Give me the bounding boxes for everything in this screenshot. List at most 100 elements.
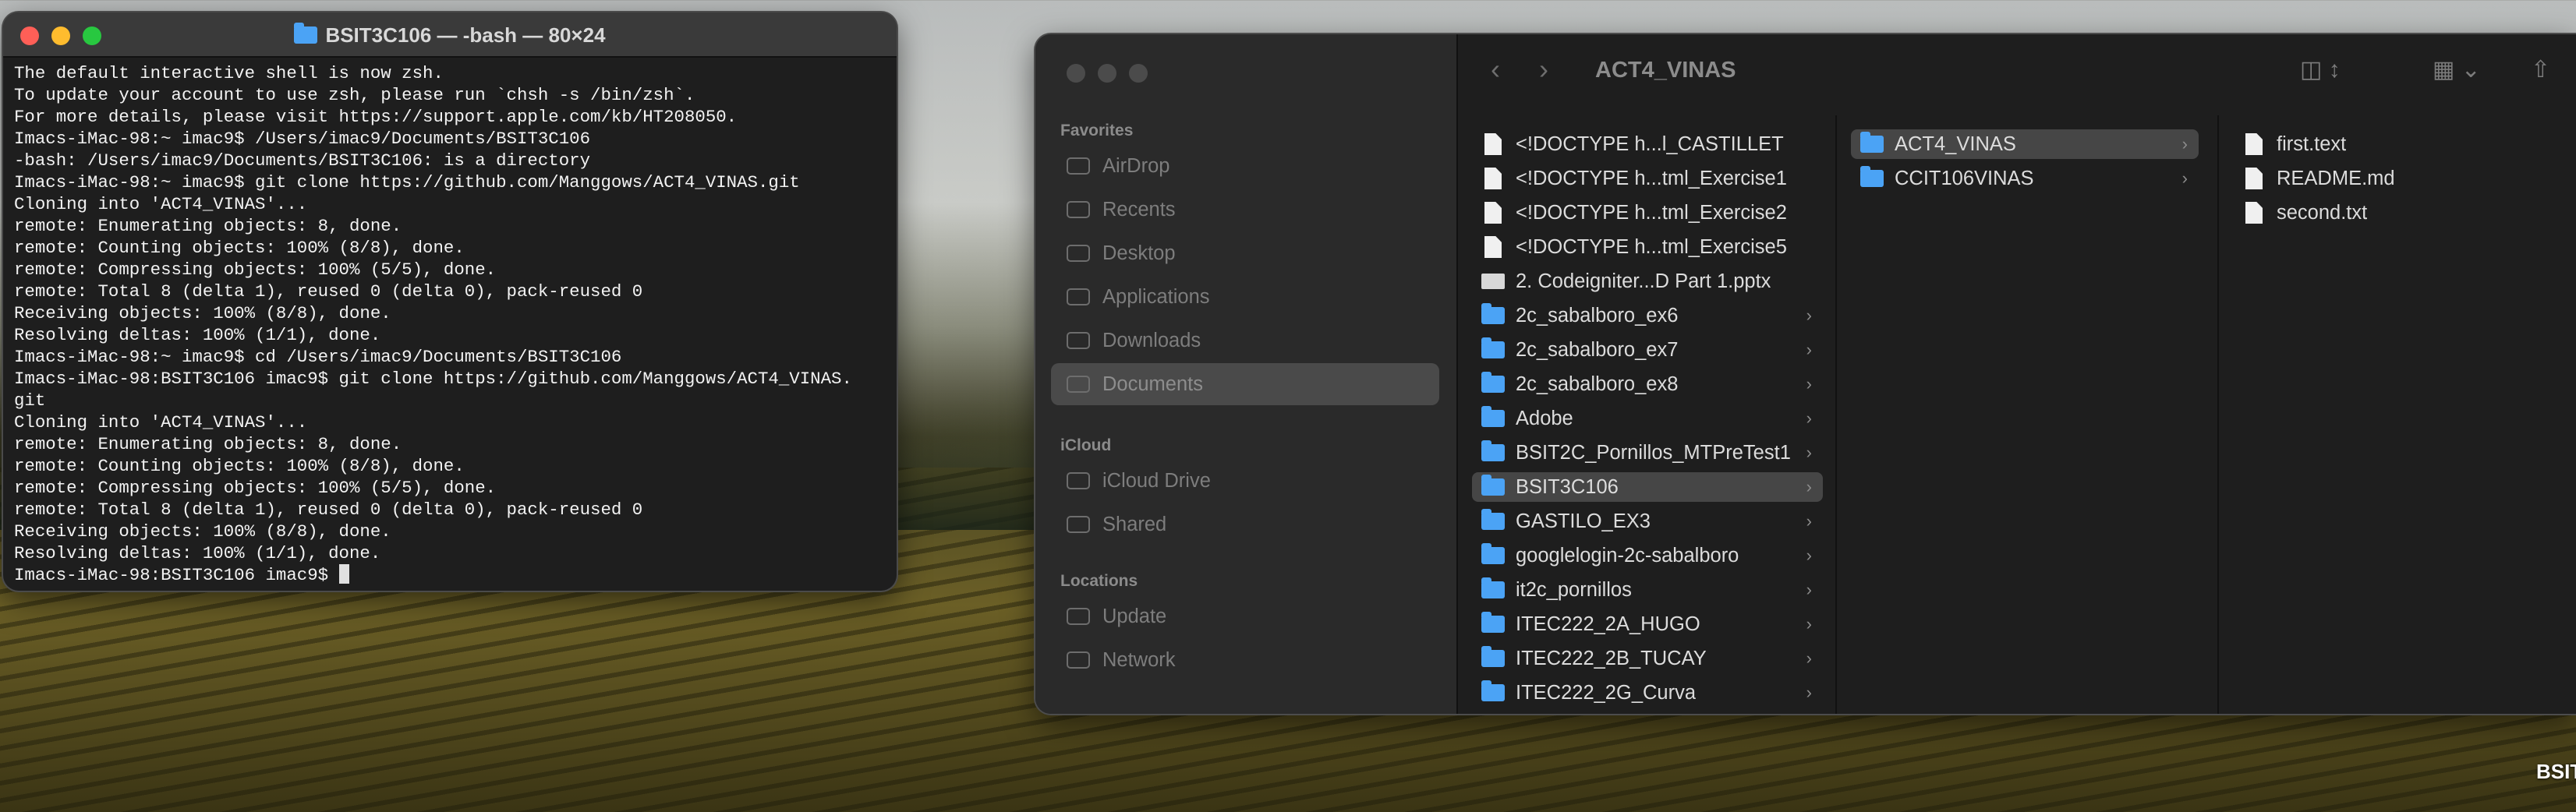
list-item[interactable]: ITEC222_2G_Curva › — [1472, 678, 1823, 708]
document-icon — [1484, 202, 1502, 224]
chevron-right-icon: › — [1806, 443, 1812, 462]
terminal-line: Imacs-iMac-98:~ imac9$ git clone https:/… — [14, 172, 800, 192]
document-icon — [1484, 236, 1502, 258]
item-name: it2c_pornillos — [1516, 578, 1632, 601]
share-icon[interactable]: ⇧ — [2531, 56, 2550, 83]
item-name: 2c_sabalboro_ex8 — [1516, 372, 1679, 395]
disk-icon — [1067, 608, 1090, 625]
list-item[interactable]: BSIT3C106 › — [1472, 472, 1823, 502]
sidebar-item-documents[interactable]: Documents — [1051, 363, 1439, 405]
sidebar-item-label: Downloads — [1102, 329, 1201, 351]
document-icon — [2245, 202, 2263, 224]
terminal-line: git — [14, 390, 46, 411]
item-name: <!DOCTYPE h...tml_Exercise5 — [1516, 235, 1787, 258]
list-item[interactable]: Adobe › — [1472, 404, 1823, 433]
list-item[interactable]: second.txt — [2233, 198, 2576, 228]
sidebar-item-label: Network — [1102, 648, 1176, 671]
view-columns-icon[interactable]: ◫ ↕ — [2300, 56, 2341, 83]
back-button[interactable]: ‹ — [1491, 53, 1500, 86]
desktop-item-label[interactable]: BSIT — [2536, 760, 2576, 784]
list-item[interactable]: 2c_sabalboro_ex8 › — [1472, 369, 1823, 399]
terminal-line: Cloning into 'ACT4_VINAS'... — [14, 194, 308, 214]
sidebar-item-network[interactable]: Network — [1051, 639, 1439, 681]
item-name: Adobe — [1516, 407, 1573, 429]
list-item[interactable]: ITEC222_2B_TUCAY › — [1472, 644, 1823, 673]
sidebar-item-airdrop[interactable]: AirDrop — [1051, 145, 1439, 187]
terminal-line: To update your account to use zsh, pleas… — [14, 85, 695, 105]
list-item[interactable]: GASTILO_EX3 › — [1472, 507, 1823, 536]
terminal-line: remote: Counting objects: 100% (8/8), do… — [14, 456, 465, 476]
item-name: <!DOCTYPE h...tml_Exercise1 — [1516, 167, 1787, 189]
airdrop-icon — [1067, 157, 1090, 175]
minimize-button[interactable] — [1098, 64, 1116, 83]
list-item[interactable]: BSIT2C_Pornillos_MTPreTest1 › — [1472, 438, 1823, 468]
item-name: <!DOCTYPE h...tml_Exercise2 — [1516, 201, 1787, 224]
item-name: README.md — [2277, 167, 2395, 189]
list-item[interactable]: CCIT106VINAS › — [1851, 164, 2199, 193]
list-item[interactable]: 2. Codeigniter...D Part 1.pptx — [1472, 267, 1823, 296]
folder-icon — [1481, 337, 1505, 358]
cloud-icon — [1067, 472, 1090, 489]
sidebar-item-applications[interactable]: Applications — [1051, 276, 1439, 318]
sidebar-item-update[interactable]: Update — [1051, 595, 1439, 637]
list-item[interactable]: <!DOCTYPE h...tml_Exercise1 — [1472, 164, 1823, 193]
terminal-prompt-line[interactable]: Imacs-iMac-98:BSIT3C106 imac9$ — [14, 564, 897, 586]
finder-window[interactable]: Favorites AirDrop Recents Desktop Applicati… — [1035, 34, 2576, 714]
zoom-button[interactable] — [1129, 64, 1148, 83]
folder-icon — [1481, 646, 1505, 667]
sidebar-item-label: Applications — [1102, 285, 1210, 308]
terminal-line: Receiving objects: 100% (8/8), done. — [14, 303, 391, 323]
list-item[interactable]: README.md — [2233, 164, 2576, 193]
column-act4-vinas: first.text README.md second.txt — [2219, 115, 2576, 714]
folder-icon — [1481, 612, 1505, 633]
item-name: ITEC222_2A_HUGO — [1516, 613, 1700, 635]
sidebar-section-icloud: iCloud — [1060, 436, 1112, 454]
close-button[interactable] — [1067, 64, 1085, 83]
sidebar-item-label: Desktop — [1102, 242, 1176, 264]
list-item[interactable]: 2c_sabalboro_ex6 › — [1472, 301, 1823, 330]
chevron-right-icon: › — [1806, 614, 1812, 634]
list-item[interactable]: googlelogin-2c-sabalboro › — [1472, 541, 1823, 570]
list-item[interactable]: 2c_sabalboro_ex7 › — [1472, 335, 1823, 365]
folder-icon — [1481, 440, 1505, 461]
terminal-line: remote: Enumerating objects: 8, done. — [14, 434, 402, 454]
chevron-right-icon: › — [1806, 545, 1812, 565]
terminal-window[interactable]: BSIT3C106 — -bash — 80×24 The default in… — [3, 12, 897, 591]
list-item[interactable]: ACT4_VINAS › — [1851, 129, 2199, 159]
terminal-output[interactable]: The default interactive shell is now zsh… — [3, 58, 897, 586]
sidebar-item-recents[interactable]: Recents — [1051, 189, 1439, 231]
folder-icon — [1481, 680, 1505, 701]
sidebar-item-icloud-drive[interactable]: iCloud Drive — [1051, 460, 1439, 502]
sidebar-item-label: iCloud Drive — [1102, 469, 1211, 492]
forward-button[interactable]: › — [1539, 53, 1548, 86]
folder-icon — [1481, 577, 1505, 598]
document-icon — [2245, 168, 2263, 189]
text-cursor — [338, 564, 349, 584]
sidebar-item-shared[interactable]: Shared — [1051, 503, 1439, 545]
group-icon[interactable]: ▦ ⌄ — [2433, 56, 2481, 83]
sidebar-item-downloads[interactable]: Downloads — [1051, 320, 1439, 362]
folder-icon — [1481, 475, 1505, 496]
list-item[interactable]: first.text — [2233, 129, 2576, 159]
item-name: GASTILO_EX3 — [1516, 510, 1651, 532]
list-item[interactable]: <!DOCTYPE h...l_CASTILLET — [1472, 129, 1823, 159]
document-icon — [2245, 133, 2263, 155]
list-item[interactable]: it2c_pornillos › — [1472, 575, 1823, 605]
chevron-right-icon: › — [1806, 477, 1812, 496]
terminal-line: Imacs-iMac-98:~ imac9$ cd /Users/imac9/D… — [14, 347, 622, 367]
list-item[interactable]: <!DOCTYPE h...tml_Exercise5 — [1472, 232, 1823, 262]
terminal-titlebar[interactable]: BSIT3C106 — -bash — 80×24 — [3, 12, 897, 58]
folder-icon — [294, 23, 318, 44]
item-name: ITEC222_2B_TUCAY — [1516, 647, 1707, 669]
chevron-right-icon: › — [1806, 340, 1812, 359]
list-item[interactable]: <!DOCTYPE h...tml_Exercise2 — [1472, 198, 1823, 228]
terminal-line: Imacs-iMac-98:BSIT3C106 imac9$ git clone… — [14, 369, 852, 389]
terminal-prompt: Imacs-iMac-98:BSIT3C106 imac9$ — [14, 565, 339, 585]
presentation-file-icon — [1481, 274, 1505, 289]
column-bsit3c106: ACT4_VINAS › CCIT106VINAS › — [1837, 115, 2219, 714]
list-item[interactable]: ITEC222_2A_HUGO › — [1472, 609, 1823, 639]
terminal-line: The default interactive shell is now zsh… — [14, 63, 444, 83]
chevron-right-icon: › — [1806, 305, 1812, 325]
folder-icon — [1481, 303, 1505, 324]
sidebar-item-desktop[interactable]: Desktop — [1051, 232, 1439, 274]
